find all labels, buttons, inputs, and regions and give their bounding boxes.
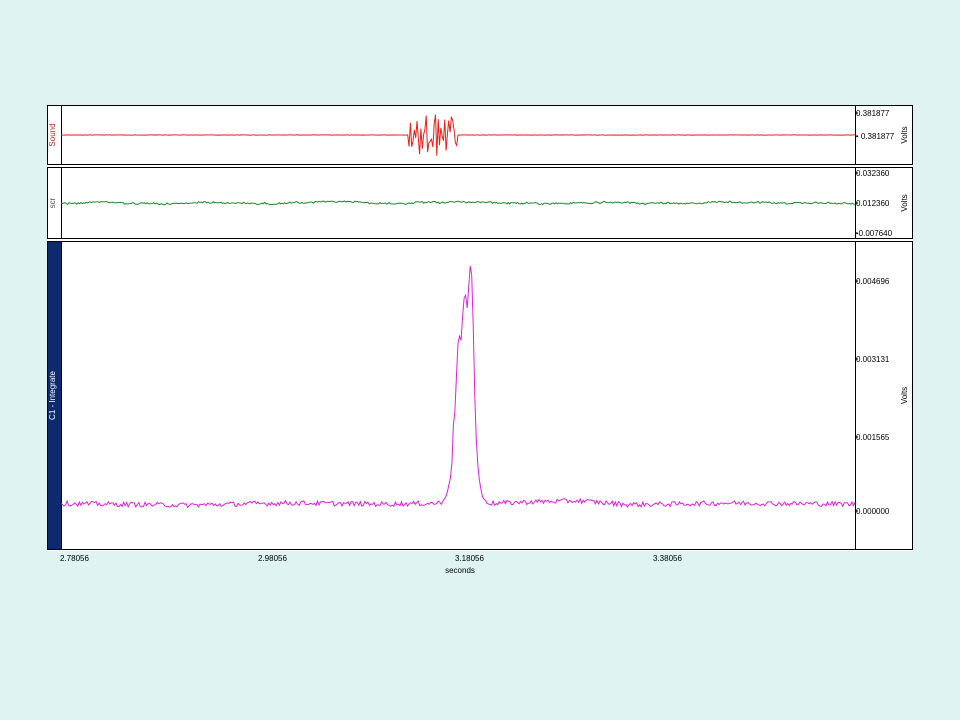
y-tick-label: 0.001565 — [856, 433, 890, 442]
series-trace-1 — [60, 200, 856, 206]
plot-frame: Sound Volts 0.381877 - 0.381877 scr Volts 0.03… — [47, 105, 913, 551]
x-axis-title: seconds — [445, 566, 475, 575]
series-trace-2 — [60, 265, 856, 509]
panel-border — [47, 241, 913, 550]
x-tick-label-3: 3.38056 — [653, 554, 682, 563]
y-tick-label: 0.000000 — [856, 507, 890, 516]
channel-name-label: Sound — [48, 123, 57, 146]
x-tick-label-0: 2.78056 — [60, 554, 89, 563]
y-tick-label: 0.032360 — [856, 169, 890, 178]
x-tick-label-2: 3.18056 — [455, 554, 484, 563]
y-tick-label: 0.003131 — [856, 355, 890, 364]
scope-chart: Sound Volts 0.381877 - 0.381877 scr Volts 0.03… — [47, 105, 913, 550]
channel-name-label: C1 - Integrate — [48, 370, 57, 419]
channel-name-label: scr — [48, 197, 57, 208]
unit-label: Volts — [900, 126, 909, 143]
y-tick-label: 0.004696 — [856, 277, 890, 286]
unit-label: Volts — [900, 387, 909, 404]
x-tick-label-1: 2.98056 — [258, 554, 287, 563]
series-trace-0 — [60, 114, 855, 156]
y-tick-label: 0.012360 — [856, 199, 890, 208]
y-tick-label: 0.381877 — [856, 109, 890, 118]
y-tick-label: -0.007640 — [856, 229, 893, 238]
unit-label: Volts — [900, 194, 909, 211]
y-tick-label: - 0.381877 — [856, 132, 895, 141]
